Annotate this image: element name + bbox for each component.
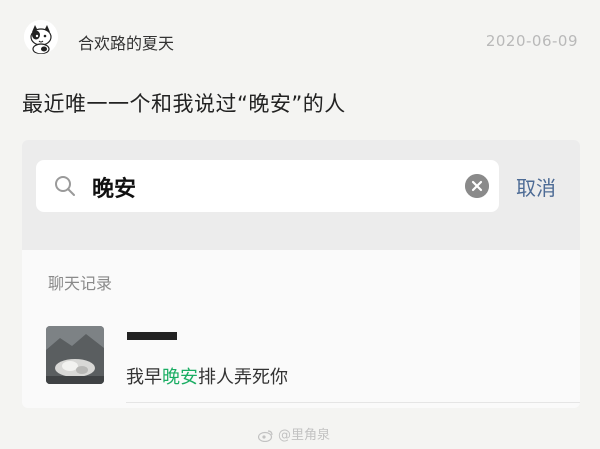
search-query-text: 晚安 (92, 177, 137, 202)
matched-message: 我早晚安排人弄死你 (126, 363, 288, 389)
contact-avatar (46, 326, 104, 384)
post-username[interactable]: 合欢路的夏天 (78, 30, 174, 54)
watermark: @里角泉 (258, 424, 330, 443)
cancel-button[interactable]: 取消 (516, 172, 556, 201)
search-input[interactable]: 晚安 (36, 160, 499, 212)
clear-icon[interactable] (465, 174, 489, 198)
post-header: 合欢路的夏天 2020-06-09 (22, 16, 582, 60)
weibo-icon (258, 430, 273, 442)
post-date: 2020-06-09 (485, 32, 578, 50)
embedded-chat-search-screenshot: 晚安 取消 聊天记录 我早晚安排人弄死你 (22, 140, 580, 408)
chat-result-row[interactable]: 我早晚安排人弄死你 (22, 310, 580, 403)
landscape-photo-icon (46, 326, 104, 384)
section-label-chat-history: 聊天记录 (48, 274, 113, 293)
search-bar-area: 晚安 取消 (22, 140, 580, 250)
cat-avatar-icon (24, 20, 58, 54)
message-suffix: 排人弄死你 (198, 367, 288, 388)
search-icon (55, 176, 75, 196)
watermark-text: @里角泉 (278, 428, 331, 443)
contact-name-redacted (127, 332, 177, 340)
message-prefix: 我早 (126, 367, 162, 388)
row-divider (126, 402, 580, 403)
post-text: 最近唯一一个和我说过“晚安”的人 (22, 92, 346, 116)
user-avatar[interactable] (24, 20, 58, 54)
message-match-highlight: 晚安 (162, 367, 198, 388)
